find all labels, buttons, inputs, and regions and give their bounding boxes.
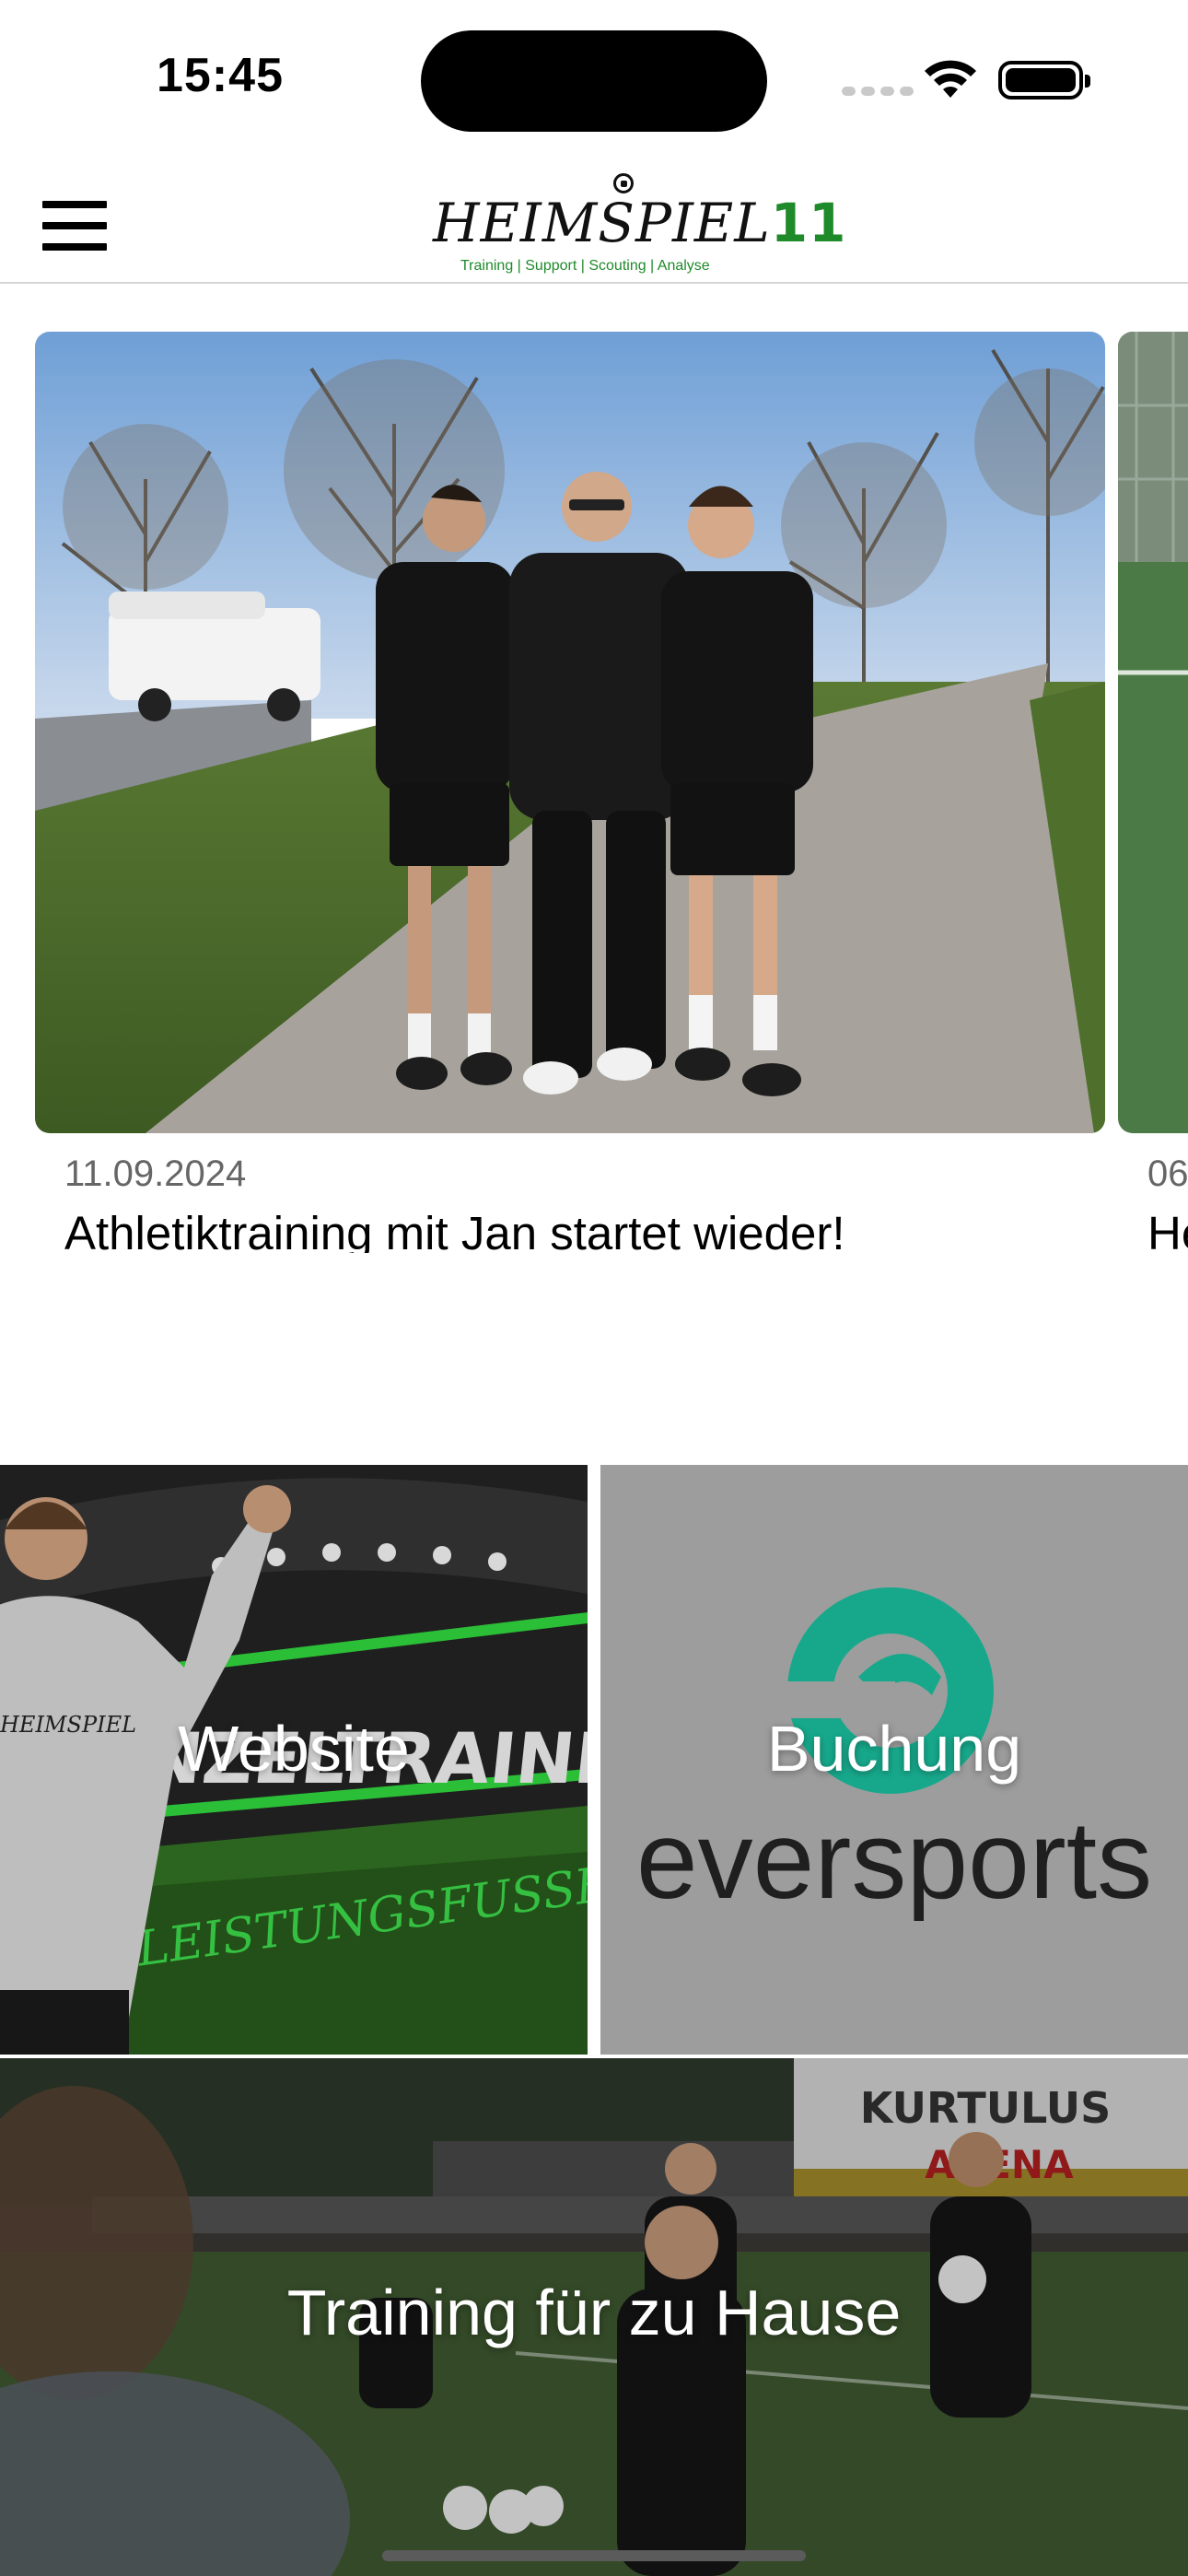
home-training-tile-label: Training für zu Hause [286,2277,902,2348]
news-card[interactable]: 06 He [1118,332,1188,1253]
logo-number: 11 [770,192,847,254]
wifi-icon [925,60,976,98]
hamburger-menu-icon[interactable] [42,201,107,251]
news-carousel[interactable]: 11.09.2024 Athletiktraining mit Jan star… [0,332,1188,1253]
news-photo [35,332,1105,1133]
website-tile[interactable]: EINZELTRAINING FÜR DEN LEISTUNGSFUSSBALL… [0,1465,588,2055]
booking-tile-label: Buchung [766,1713,1022,1785]
home-indicator[interactable] [382,2550,806,2561]
logo-tagline: Training | Support | Scouting | Analyse [460,258,710,274]
news-date: 06 [1147,1153,1188,1194]
booking-tile[interactable]: eversports Buchung [600,1465,1188,2055]
status-bar: 15:45 [0,0,1188,157]
feature-tiles: EINZELTRAINING FÜR DEN LEISTUNGSFUSSBALL… [0,1465,1188,2576]
status-time: 15:45 [157,49,284,102]
home-training-tile[interactable]: KURTULUS ARENA [0,2058,1188,2576]
news-image-athletes [35,332,1105,1133]
news-title: Athletiktraining mit Jan startet wieder! [64,1207,845,1253]
website-tile-label: Website [178,1713,410,1785]
battery-icon [998,61,1090,100]
news-image-pitch [1118,332,1188,1133]
news-photo [1118,332,1188,1133]
news-card[interactable]: 11.09.2024 Athletiktraining mit Jan star… [35,332,1105,1253]
logo-text: HEIMSPIEL [433,192,771,254]
app-header: HEIMSPIEL11 Training | Support | Scoutin… [0,157,1188,284]
logo-wordmark: HEIMSPIEL11 [433,192,846,254]
football-icon [613,173,634,193]
dynamic-island [421,30,767,132]
heimspiel11-logo: HEIMSPIEL11 Training | Support | Scoutin… [433,170,845,280]
eversports-wordmark: eversports [636,1798,1152,1922]
cellular-signal-icon [842,87,914,96]
news-date: 11.09.2024 [64,1153,247,1194]
news-title: He [1147,1207,1188,1253]
